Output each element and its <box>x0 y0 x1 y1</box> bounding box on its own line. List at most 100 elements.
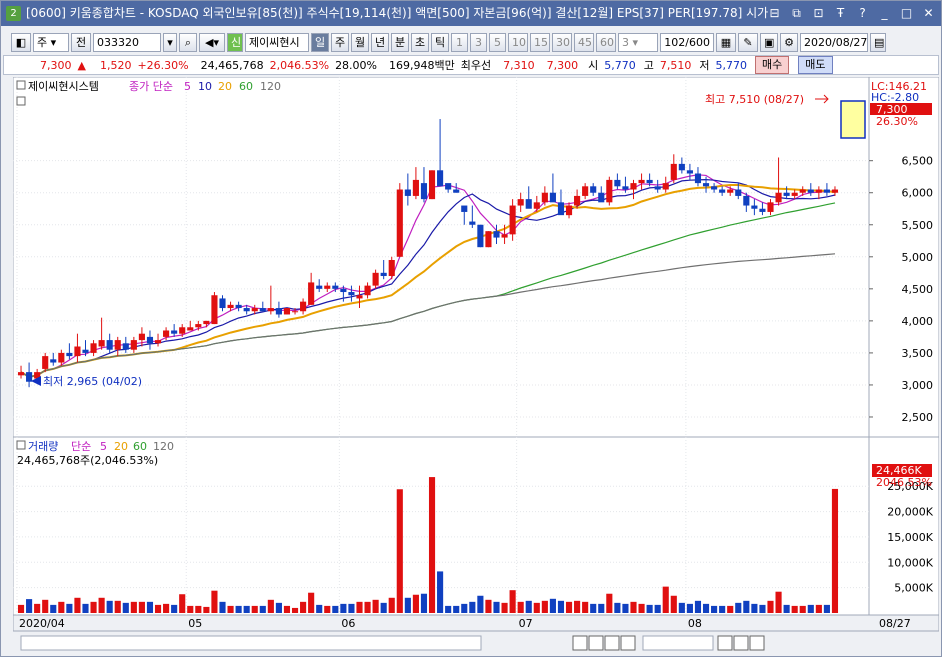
candle-body <box>622 186 629 190</box>
stock-name: 제이씨현시 <box>245 32 309 52</box>
candle-body <box>308 282 315 305</box>
scroll-prev-icon[interactable] <box>588 635 604 651</box>
prev-button[interactable]: 전 <box>71 32 91 52</box>
candle-body <box>670 163 677 180</box>
sub-legend-box-icon[interactable] <box>16 96 26 106</box>
chart-type-icon[interactable]: ◧ <box>11 32 31 52</box>
zoom-out-icon[interactable] <box>733 635 749 651</box>
candle-body <box>380 272 387 277</box>
credit-badge[interactable]: 신 <box>227 32 243 52</box>
save-icon[interactable]: ▣ <box>760 32 778 52</box>
period-year[interactable]: 년 <box>371 32 389 52</box>
candle-body <box>283 308 291 315</box>
search-icon[interactable]: ⌕ <box>179 32 197 52</box>
candle-body <box>517 199 524 206</box>
open-price: 5,770 <box>604 58 636 72</box>
minute-5[interactable]: 5 <box>489 32 506 52</box>
volume-bar <box>340 603 347 613</box>
candle-body <box>565 205 573 216</box>
candle-body <box>211 295 218 325</box>
candle-body <box>582 186 589 196</box>
high-annotation: 최고 7,510 (08/27) <box>705 93 804 106</box>
volume-bar <box>549 598 556 613</box>
period-minute[interactable]: 분 <box>391 32 409 52</box>
scroll-controls <box>13 633 939 653</box>
period-day[interactable]: 일 <box>311 32 329 52</box>
period-week[interactable]: 주 <box>331 32 349 52</box>
vol-legend-name[interactable]: 거래량 <box>28 440 58 453</box>
minute-1[interactable]: 1 <box>451 32 468 52</box>
volume-bar <box>654 604 661 613</box>
close-button[interactable]: ✕ <box>920 4 937 22</box>
stock-code-input[interactable]: 033320 <box>93 32 161 52</box>
volume-bar <box>146 601 154 613</box>
volume-bar <box>388 597 395 613</box>
scroll-track[interactable] <box>20 635 482 651</box>
minute-60[interactable]: 60 <box>596 32 616 52</box>
scroll-first-icon[interactable] <box>572 635 588 651</box>
volume-bar <box>114 600 121 613</box>
data-count[interactable]: 102/600 <box>660 32 714 52</box>
turnover: 28.00% <box>335 58 378 72</box>
custom-period-select[interactable]: 3 ▾ <box>618 32 658 52</box>
volume-bar <box>243 605 250 613</box>
period-second[interactable]: 초 <box>411 32 429 52</box>
scroll-next-icon[interactable] <box>620 635 636 651</box>
speaker-icon[interactable]: ◀▾ <box>199 32 225 52</box>
candle-body <box>662 183 669 190</box>
candle-body <box>807 189 814 193</box>
candle-body <box>831 189 839 193</box>
high-label: 고 <box>643 59 654 72</box>
zoom-fit-icon[interactable] <box>717 635 733 651</box>
candle-body <box>316 285 323 289</box>
sync-icon[interactable]: ⊡ <box>810 4 827 22</box>
up-arrow-icon: ▲ <box>77 58 86 72</box>
candle-body <box>469 221 476 225</box>
pin-icon[interactable]: Ŧ <box>832 4 849 22</box>
help-icon[interactable]: ? <box>854 4 871 22</box>
link-icon[interactable]: ⧉ <box>788 4 805 22</box>
candle-body <box>654 186 661 190</box>
market-select[interactable]: 주 ▾ <box>33 32 69 52</box>
minute-3[interactable]: 3 <box>470 32 487 52</box>
calendar-icon[interactable]: ▤ <box>870 32 886 52</box>
window-title: [0600] 키움종합차트 - KOSDAQ 외국인보유[85(천)] 주식수[… <box>26 6 769 20</box>
date-input[interactable]: 2020/08/27 <box>800 32 868 52</box>
code-dropdown-icon[interactable]: ▾ <box>163 32 177 52</box>
minute-15[interactable]: 15 <box>530 32 550 52</box>
stock-chart[interactable]: 6,500 6,000 5,500 5,000 4,500 4,000 3,500 3,000… <box>13 77 939 655</box>
buy-button[interactable]: 매수 <box>755 56 790 74</box>
volume-bar <box>404 597 411 613</box>
x-axis-label: 07 <box>519 617 533 630</box>
volume-bar <box>324 605 331 613</box>
volume-bar <box>541 600 548 613</box>
settings-icon[interactable]: ⚙ <box>780 32 798 52</box>
grid-icon[interactable]: ▦ <box>716 32 736 52</box>
tools-icon[interactable]: ✎ <box>738 32 758 52</box>
minute-30[interactable]: 30 <box>552 32 572 52</box>
candle-body <box>727 189 734 193</box>
zoom-slider[interactable] <box>642 635 714 651</box>
candle-body <box>138 333 145 341</box>
vol-legend-box-icon[interactable] <box>16 440 26 450</box>
maximize-button[interactable]: □ <box>898 4 915 22</box>
layout-icon[interactable]: ⊟ <box>766 4 783 22</box>
legend-box-icon[interactable] <box>16 80 26 90</box>
volume-bar <box>517 601 524 613</box>
minimize-button[interactable]: _ <box>876 4 893 22</box>
volume-bar <box>163 603 170 613</box>
minute-45[interactable]: 45 <box>574 32 594 52</box>
sell-button[interactable]: 매도 <box>798 56 833 74</box>
candle-body <box>58 352 65 363</box>
volume-bar <box>783 604 790 613</box>
period-tick[interactable]: 틱 <box>431 32 449 52</box>
candle-body <box>50 359 57 363</box>
period-month[interactable]: 월 <box>351 32 369 52</box>
title-bar[interactable]: 2 [0600] 키움종합차트 - KOSDAQ 외국인보유[85(천)] 주식… <box>1 1 941 26</box>
minute-10[interactable]: 10 <box>508 32 528 52</box>
zoom-in-icon[interactable] <box>749 635 765 651</box>
volume-bar <box>26 599 33 613</box>
scroll-stop-icon[interactable] <box>604 635 620 651</box>
candle-body <box>275 308 282 315</box>
price-legend-name[interactable]: 제이씨현시스템 <box>28 80 99 93</box>
